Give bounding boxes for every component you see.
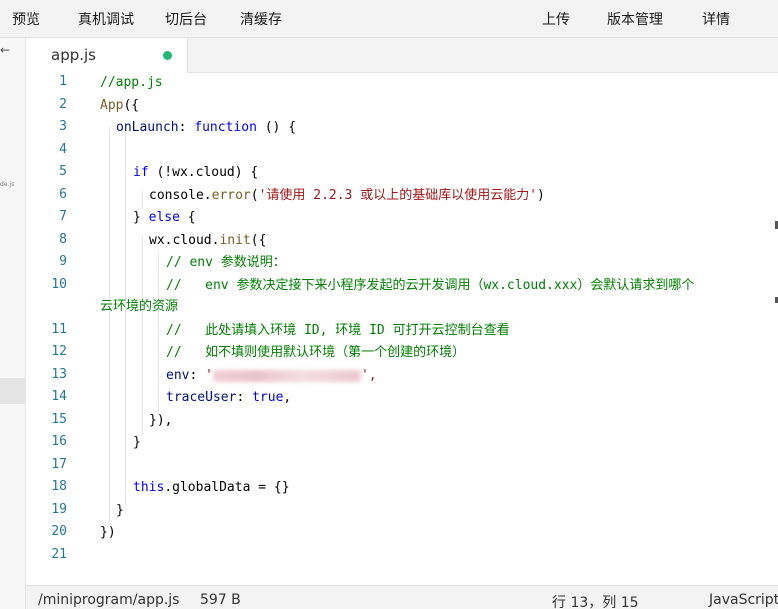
line-number: 21 — [51, 547, 67, 562]
line-number: 5 — [59, 164, 67, 179]
tab-filename: app.js — [51, 46, 96, 64]
line-number: 1 — [59, 74, 67, 89]
js-file-icon[interactable]: de.js — [0, 181, 14, 189]
line-number: 10 — [51, 277, 67, 292]
line-number: 8 — [59, 232, 67, 247]
line-number: 18 — [51, 479, 67, 494]
line-number: 16 — [51, 434, 67, 449]
background-button[interactable]: 切后台 — [165, 9, 207, 29]
line-number: 6 — [59, 187, 67, 202]
indent-guide — [109, 127, 110, 523]
code-line-19: } — [116, 503, 124, 518]
line-number: 2 — [59, 97, 67, 112]
indent-guide — [142, 236, 143, 436]
line-number: 17 — [51, 457, 67, 472]
code-line-12: // 如不填则使用默认环境（第一个创建的环境） — [166, 345, 466, 360]
code-line-18: this.globalData = {} — [133, 480, 290, 495]
back-arrow-icon[interactable]: ← — [0, 43, 10, 57]
line-number: 13 — [51, 367, 67, 382]
code-line-8: wx.cloud.init({ — [149, 233, 267, 248]
code-line-5: if (!wx.cloud) { — [133, 165, 259, 180]
editor-tab-bar: app.js — [26, 38, 778, 73]
code-line-20: }) — [100, 525, 116, 540]
preview-button[interactable]: 预览 — [12, 9, 40, 29]
code-line-13: env: ' ', — [166, 368, 377, 383]
line-number: 14 — [51, 389, 67, 404]
explorer-selected-row[interactable] — [0, 378, 25, 404]
explorer-strip: ← de.js — [0, 38, 26, 609]
line-number: 3 — [59, 119, 67, 134]
code-line-6: console.error('请使用 2.2.3 或以上的基础库以使用云能力') — [149, 188, 545, 203]
code-line-10-wrap: 云环境的资源 — [100, 299, 179, 314]
file-path[interactable]: /miniprogram/app.js — [38, 592, 179, 608]
code-line-1: //app.js — [100, 75, 163, 90]
code-line-11: // 此处请填入环境 ID, 环境 ID 可打开云控制台查看 — [166, 323, 510, 338]
code-line-10: // env 参数决定接下来小程序发起的云开发调用（wx.cloud.xxx）会… — [166, 278, 695, 293]
indent-guide — [158, 253, 159, 415]
line-number: 7 — [59, 209, 67, 224]
redacted-env-id — [212, 369, 361, 382]
line-number: 4 — [59, 142, 67, 157]
code-line-9: // env 参数说明： — [166, 255, 286, 270]
code-line-2: App({ — [100, 98, 140, 113]
clear-cache-button[interactable]: 清缓存 — [240, 9, 282, 29]
details-button[interactable]: 详情 — [702, 9, 730, 29]
code-line-3: onLaunch: function () { — [116, 120, 297, 135]
language-mode[interactable]: JavaScript — [709, 592, 778, 608]
line-number: 11 — [51, 322, 67, 337]
cursor-position[interactable]: 行 13，列 15 — [552, 592, 639, 609]
line-number: 20 — [51, 524, 67, 539]
indent-guide — [142, 191, 143, 209]
line-number: 12 — [51, 344, 67, 359]
code-line-14: traceUser: true, — [166, 390, 292, 405]
upload-button[interactable]: 上传 — [542, 9, 570, 29]
code-line-16: } — [133, 435, 141, 450]
top-toolbar: 预览 真机调试 切后台 清缓存 上传 版本管理 详情 — [0, 0, 778, 38]
line-number: 15 — [51, 412, 67, 427]
file-size: 597 B — [200, 592, 241, 608]
line-number: 19 — [51, 502, 67, 517]
line-number: 9 — [59, 254, 67, 269]
tab-app-js[interactable]: app.js — [26, 38, 188, 73]
status-bar: /miniprogram/app.js 597 B 行 13，列 15 Java… — [26, 585, 778, 609]
code-line-7: } else { — [133, 210, 196, 225]
indent-guide — [125, 127, 126, 505]
code-line-15: }), — [149, 413, 173, 428]
remote-debug-button[interactable]: 真机调试 — [78, 9, 134, 29]
version-management-button[interactable]: 版本管理 — [607, 9, 663, 29]
code-editor[interactable]: 1 2 3 4 5 6 7 8 9 10 11 12 13 14 15 16 17 18 19 20 21 //app.… — [26, 73, 778, 585]
unsaved-dot-icon[interactable] — [163, 51, 172, 60]
